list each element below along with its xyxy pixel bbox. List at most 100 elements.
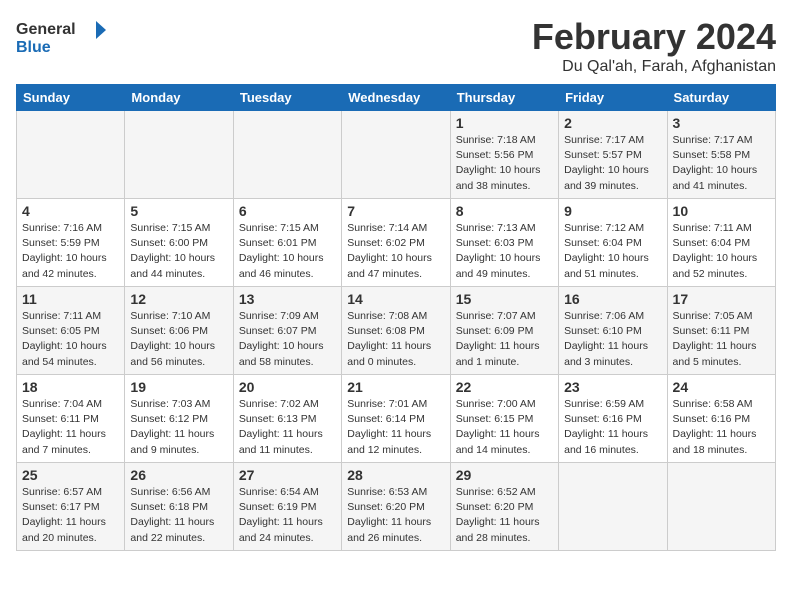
calendar-cell <box>667 463 775 551</box>
calendar-header-row: SundayMondayTuesdayWednesdayThursdayFrid… <box>17 85 776 111</box>
week-row-1: 1 Sunrise: 7:18 AMSunset: 5:56 PMDaylight… <box>17 111 776 199</box>
calendar-cell: 10 Sunrise: 7:11 AMSunset: 6:04 PMDayligh… <box>667 199 775 287</box>
calendar-cell: 13Sunrise: 7:09 AMSunset: 6:07 PMDayligh… <box>233 287 341 375</box>
day-number: 7 <box>347 203 444 219</box>
week-row-2: 4Sunrise: 7:16 AMSunset: 5:59 PMDaylight… <box>17 199 776 287</box>
calendar-cell: 11 Sunrise: 7:11 AMSunset: 6:05 PMDayligh… <box>17 287 125 375</box>
calendar-cell: 12Sunrise: 7:10 AMSunset: 6:06 PMDayligh… <box>125 287 233 375</box>
day-number: 10 <box>673 203 770 219</box>
header: General Blue February 2024 Du Qal'ah, Fa… <box>16 16 776 76</box>
calendar-cell: 6 Sunrise: 7:15 AMSunset: 6:01 PMDaylight… <box>233 199 341 287</box>
calendar-cell <box>342 111 450 199</box>
calendar-cell <box>559 463 667 551</box>
day-number: 17 <box>673 291 770 307</box>
calendar-cell: 19 Sunrise: 7:03 AMSunset: 6:12 PMDayligh… <box>125 375 233 463</box>
day-header-friday: Friday <box>559 85 667 111</box>
calendar-table: SundayMondayTuesdayWednesdayThursdayFrid… <box>16 84 776 551</box>
day-number: 27 <box>239 467 336 483</box>
day-number: 15 <box>456 291 553 307</box>
day-number: 14 <box>347 291 444 307</box>
day-info: Sunrise: 7:02 AMSunset: 6:13 PMDaylight:… <box>239 397 336 458</box>
day-number: 11 <box>22 291 119 307</box>
day-number: 29 <box>456 467 553 483</box>
day-info: Sunrise: 7:10 AMSunset: 6:06 PMDaylight:… <box>130 309 227 370</box>
day-info: Sunrise: 7:13 AMSunset: 6:03 PMDaylight:… <box>456 221 553 282</box>
calendar-cell: 26Sunrise: 6:56 AMSunset: 6:18 PMDayligh… <box>125 463 233 551</box>
calendar-cell: 3Sunrise: 7:17 AMSunset: 5:58 PMDaylight… <box>667 111 775 199</box>
day-number: 8 <box>456 203 553 219</box>
day-header-wednesday: Wednesday <box>342 85 450 111</box>
day-info: Sunrise: 7:00 AMSunset: 6:15 PMDaylight:… <box>456 397 553 458</box>
calendar-cell: 18Sunrise: 7:04 AMSunset: 6:11 PMDayligh… <box>17 375 125 463</box>
week-row-4: 18Sunrise: 7:04 AMSunset: 6:11 PMDayligh… <box>17 375 776 463</box>
day-info: Sunrise: 7:17 AMSunset: 5:58 PMDaylight:… <box>673 133 770 194</box>
week-row-5: 25Sunrise: 6:57 AMSunset: 6:17 PMDayligh… <box>17 463 776 551</box>
day-info: Sunrise: 7:01 AMSunset: 6:14 PMDaylight:… <box>347 397 444 458</box>
day-number: 24 <box>673 379 770 395</box>
calendar-cell: 17 Sunrise: 7:05 AMSunset: 6:11 PMDayligh… <box>667 287 775 375</box>
day-info: Sunrise: 6:57 AMSunset: 6:17 PMDaylight:… <box>22 485 119 546</box>
day-info: Sunrise: 7:12 AMSunset: 6:04 PMDaylight:… <box>564 221 661 282</box>
day-info: Sunrise: 7:05 AMSunset: 6:11 PMDaylight:… <box>673 309 770 370</box>
logo: General Blue <box>16 16 106 56</box>
day-info: Sunrise: 7:06 AMSunset: 6:10 PMDaylight:… <box>564 309 661 370</box>
day-header-saturday: Saturday <box>667 85 775 111</box>
day-header-sunday: Sunday <box>17 85 125 111</box>
calendar-cell: 23 Sunrise: 6:59 AMSunset: 6:16 PMDayligh… <box>559 375 667 463</box>
day-number: 1 <box>456 115 553 131</box>
calendar-cell: 29Sunrise: 6:52 AMSunset: 6:20 PMDayligh… <box>450 463 558 551</box>
day-info: Sunrise: 6:53 AMSunset: 6:20 PMDaylight:… <box>347 485 444 546</box>
day-info: Sunrise: 7:18 AMSunset: 5:56 PMDaylight:… <box>456 133 553 194</box>
day-header-thursday: Thursday <box>450 85 558 111</box>
day-header-monday: Monday <box>125 85 233 111</box>
day-header-tuesday: Tuesday <box>233 85 341 111</box>
day-number: 18 <box>22 379 119 395</box>
day-number: 23 <box>564 379 661 395</box>
day-info: Sunrise: 7:07 AMSunset: 6:09 PMDaylight:… <box>456 309 553 370</box>
svg-text:Blue: Blue <box>16 39 51 56</box>
day-number: 26 <box>130 467 227 483</box>
calendar-cell: 4Sunrise: 7:16 AMSunset: 5:59 PMDaylight… <box>17 199 125 287</box>
calendar-cell: 27Sunrise: 6:54 AMSunset: 6:19 PMDayligh… <box>233 463 341 551</box>
title-area: February 2024 Du Qal'ah, Farah, Afghanis… <box>532 16 776 76</box>
subtitle: Du Qal'ah, Farah, Afghanistan <box>532 58 776 76</box>
calendar-cell: 8 Sunrise: 7:13 AMSunset: 6:03 PMDaylight… <box>450 199 558 287</box>
calendar-cell <box>17 111 125 199</box>
calendar-body: 1 Sunrise: 7:18 AMSunset: 5:56 PMDaylight… <box>17 111 776 551</box>
calendar-cell: 21 Sunrise: 7:01 AMSunset: 6:14 PMDayligh… <box>342 375 450 463</box>
calendar-cell: 14 Sunrise: 7:08 AMSunset: 6:08 PMDayligh… <box>342 287 450 375</box>
logo-svg: General Blue <box>16 16 106 56</box>
day-info: Sunrise: 7:16 AMSunset: 5:59 PMDaylight:… <box>22 221 119 282</box>
day-number: 21 <box>347 379 444 395</box>
day-number: 2 <box>564 115 661 131</box>
svg-text:General: General <box>16 21 76 38</box>
day-number: 22 <box>456 379 553 395</box>
day-info: Sunrise: 6:58 AMSunset: 6:16 PMDaylight:… <box>673 397 770 458</box>
week-row-3: 11 Sunrise: 7:11 AMSunset: 6:05 PMDayligh… <box>17 287 776 375</box>
calendar-cell: 7 Sunrise: 7:14 AMSunset: 6:02 PMDaylight… <box>342 199 450 287</box>
day-number: 20 <box>239 379 336 395</box>
calendar-cell: 24 Sunrise: 6:58 AMSunset: 6:16 PMDayligh… <box>667 375 775 463</box>
day-info: Sunrise: 7:14 AMSunset: 6:02 PMDaylight:… <box>347 221 444 282</box>
day-info: Sunrise: 6:59 AMSunset: 6:16 PMDaylight:… <box>564 397 661 458</box>
day-info: Sunrise: 7:08 AMSunset: 6:08 PMDaylight:… <box>347 309 444 370</box>
day-number: 19 <box>130 379 227 395</box>
day-info: Sunrise: 7:17 AMSunset: 5:57 PMDaylight:… <box>564 133 661 194</box>
calendar-cell: 15 Sunrise: 7:07 AMSunset: 6:09 PMDayligh… <box>450 287 558 375</box>
day-info: Sunrise: 7:15 AMSunset: 6:01 PMDaylight:… <box>239 221 336 282</box>
day-info: Sunrise: 7:11 AMSunset: 6:04 PMDaylight:… <box>673 221 770 282</box>
calendar-cell: 22 Sunrise: 7:00 AMSunset: 6:15 PMDayligh… <box>450 375 558 463</box>
calendar-cell <box>233 111 341 199</box>
calendar-cell <box>125 111 233 199</box>
day-info: Sunrise: 7:15 AMSunset: 6:00 PMDaylight:… <box>130 221 227 282</box>
day-number: 5 <box>130 203 227 219</box>
day-info: Sunrise: 7:09 AMSunset: 6:07 PMDaylight:… <box>239 309 336 370</box>
calendar-cell: 9Sunrise: 7:12 AMSunset: 6:04 PMDaylight… <box>559 199 667 287</box>
day-number: 6 <box>239 203 336 219</box>
calendar-cell: 5 Sunrise: 7:15 AMSunset: 6:00 PMDaylight… <box>125 199 233 287</box>
day-info: Sunrise: 7:03 AMSunset: 6:12 PMDaylight:… <box>130 397 227 458</box>
day-info: Sunrise: 7:11 AMSunset: 6:05 PMDaylight:… <box>22 309 119 370</box>
calendar-cell: 2 Sunrise: 7:17 AMSunset: 5:57 PMDaylight… <box>559 111 667 199</box>
calendar-cell: 25Sunrise: 6:57 AMSunset: 6:17 PMDayligh… <box>17 463 125 551</box>
calendar-cell: 16Sunrise: 7:06 AMSunset: 6:10 PMDayligh… <box>559 287 667 375</box>
